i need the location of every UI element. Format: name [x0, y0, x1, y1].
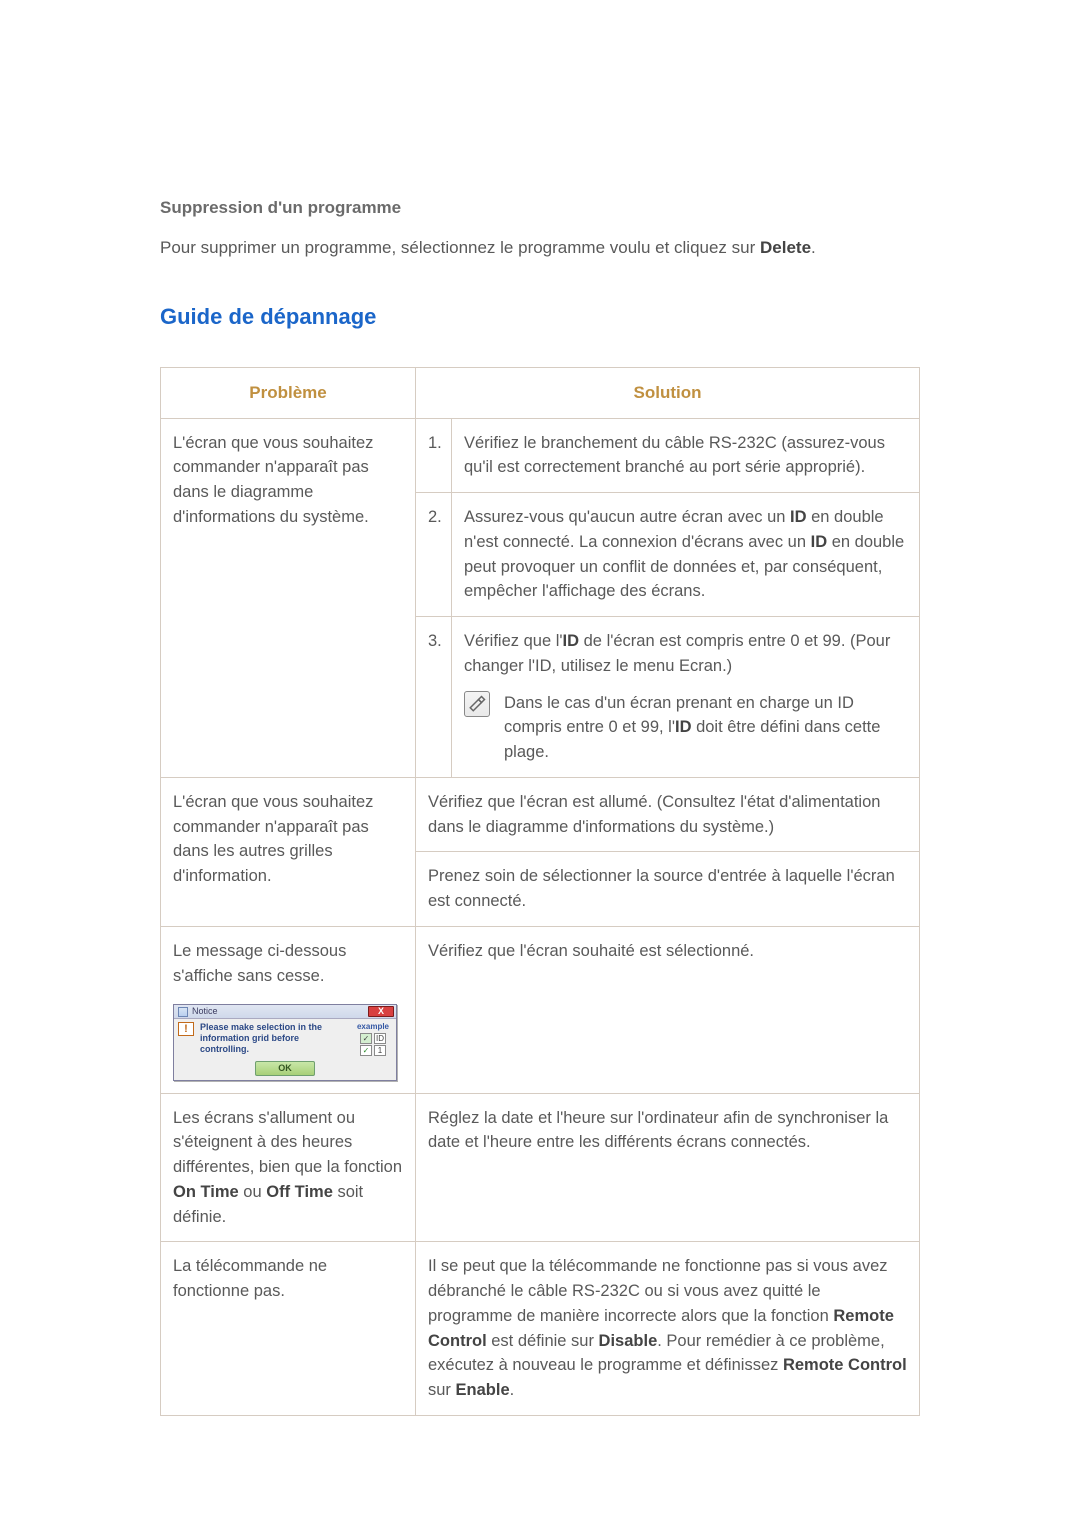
table-row: Les écrans s'allument ou s'éteignent à d… — [161, 1093, 920, 1242]
keyword-delete: Delete — [760, 238, 811, 257]
solution-cell: Réglez la date et l'heure sur l'ordinate… — [416, 1093, 920, 1242]
problem-text: Le message ci-dessous s'affiche sans ces… — [173, 939, 403, 989]
close-icon: X — [368, 1006, 394, 1017]
solution-cell: Prenez soin de sélectionner la source d'… — [416, 852, 920, 927]
guide-heading: Guide de dépannage — [160, 300, 920, 333]
section-subheading: Suppression d'un programme — [160, 195, 920, 221]
keyword-enable: Enable — [456, 1381, 510, 1399]
text: Les écrans s'allument ou s'éteignent à d… — [173, 1109, 402, 1177]
text: . — [510, 1381, 515, 1399]
dialog-title: Notice — [192, 1006, 218, 1017]
text: Il se peut que la télécommande ne foncti… — [428, 1257, 888, 1325]
keyword-id: ID — [790, 508, 807, 526]
dialog-screenshot: Notice X ! Please make selection in the … — [173, 1004, 397, 1080]
troubleshooting-table: Problème Solution L'écran que vous souha… — [160, 367, 920, 1416]
solution-cell: Assurez-vous qu'aucun autre écran avec u… — [452, 493, 920, 617]
solution-cell: Vérifiez que l'écran souhaité est sélect… — [416, 926, 920, 1093]
solution-cell: Vérifiez que l'écran est allumé. (Consul… — [416, 777, 920, 852]
table-row: Le message ci-dessous s'affiche sans ces… — [161, 926, 920, 1093]
id-label: ID — [374, 1033, 386, 1044]
keyword-id: ID — [811, 533, 828, 551]
text: Vérifiez que l' — [464, 632, 563, 650]
step-number: 2. — [416, 493, 452, 617]
section-paragraph: Pour supprimer un programme, sélectionne… — [160, 235, 920, 261]
keyword-on-time: On Time — [173, 1183, 239, 1201]
note-box: Dans le cas d'un écran prenant en charge… — [464, 691, 907, 765]
keyword-remote-control: Remote Control — [783, 1356, 907, 1374]
keyword-disable: Disable — [599, 1332, 658, 1350]
document-page: Suppression d'un programme Pour supprime… — [0, 0, 1080, 1527]
problem-cell: La télécommande ne fonctionne pas. — [161, 1242, 416, 1416]
ok-button: OK — [255, 1061, 315, 1076]
table-row: L'écran que vous souhaitez commander n'a… — [161, 777, 920, 852]
text: Pour supprimer un programme, sélectionne… — [160, 238, 760, 257]
keyword-off-time: Off Time — [266, 1183, 333, 1201]
example-label: example — [357, 1022, 389, 1032]
table-row: L'écran que vous souhaitez commander n'a… — [161, 418, 920, 493]
dialog-titlebar: Notice X — [174, 1005, 396, 1019]
keyword-id: ID — [675, 718, 692, 736]
checkmark-icon: ✓ — [360, 1045, 372, 1056]
dialog-body: ! Please make selection in the informati… — [174, 1019, 396, 1059]
solution-cell: Vérifiez que l'ID de l'écran est compris… — [452, 617, 920, 778]
id-value: 1 — [374, 1045, 386, 1056]
note-icon — [464, 691, 490, 717]
text: est définie sur — [487, 1332, 599, 1350]
dialog-message: Please make selection in the information… — [200, 1022, 348, 1056]
keyword-id: ID — [563, 632, 580, 650]
problem-cell: L'écran que vous souhaitez commander n'a… — [161, 418, 416, 777]
dialog-example: example ✓ID ✓1 — [354, 1022, 392, 1056]
warning-icon: ! — [178, 1022, 194, 1036]
col-header-solution: Solution — [416, 368, 920, 419]
col-header-problem: Problème — [161, 368, 416, 419]
text: sur — [428, 1381, 456, 1399]
text: . — [811, 238, 816, 257]
problem-cell: L'écran que vous souhaitez commander n'a… — [161, 777, 416, 926]
table-header-row: Problème Solution — [161, 368, 920, 419]
step-number: 1. — [416, 418, 452, 493]
problem-cell: Le message ci-dessous s'affiche sans ces… — [161, 926, 416, 1093]
step-number: 3. — [416, 617, 452, 778]
dialog-footer: OK — [174, 1059, 396, 1080]
note-text: Dans le cas d'un écran prenant en charge… — [504, 691, 907, 765]
solution-cell: Il se peut que la télécommande ne foncti… — [416, 1242, 920, 1416]
table-row: La télécommande ne fonctionne pas. Il se… — [161, 1242, 920, 1416]
dialog-app-icon — [178, 1007, 188, 1017]
problem-cell: Les écrans s'allument ou s'éteignent à d… — [161, 1093, 416, 1242]
text: ou — [239, 1183, 267, 1201]
checkbox-icon: ✓ — [360, 1033, 372, 1044]
solution-cell: Vérifiez le branchement du câble RS-232C… — [452, 418, 920, 493]
text: Assurez-vous qu'aucun autre écran avec u… — [464, 508, 790, 526]
